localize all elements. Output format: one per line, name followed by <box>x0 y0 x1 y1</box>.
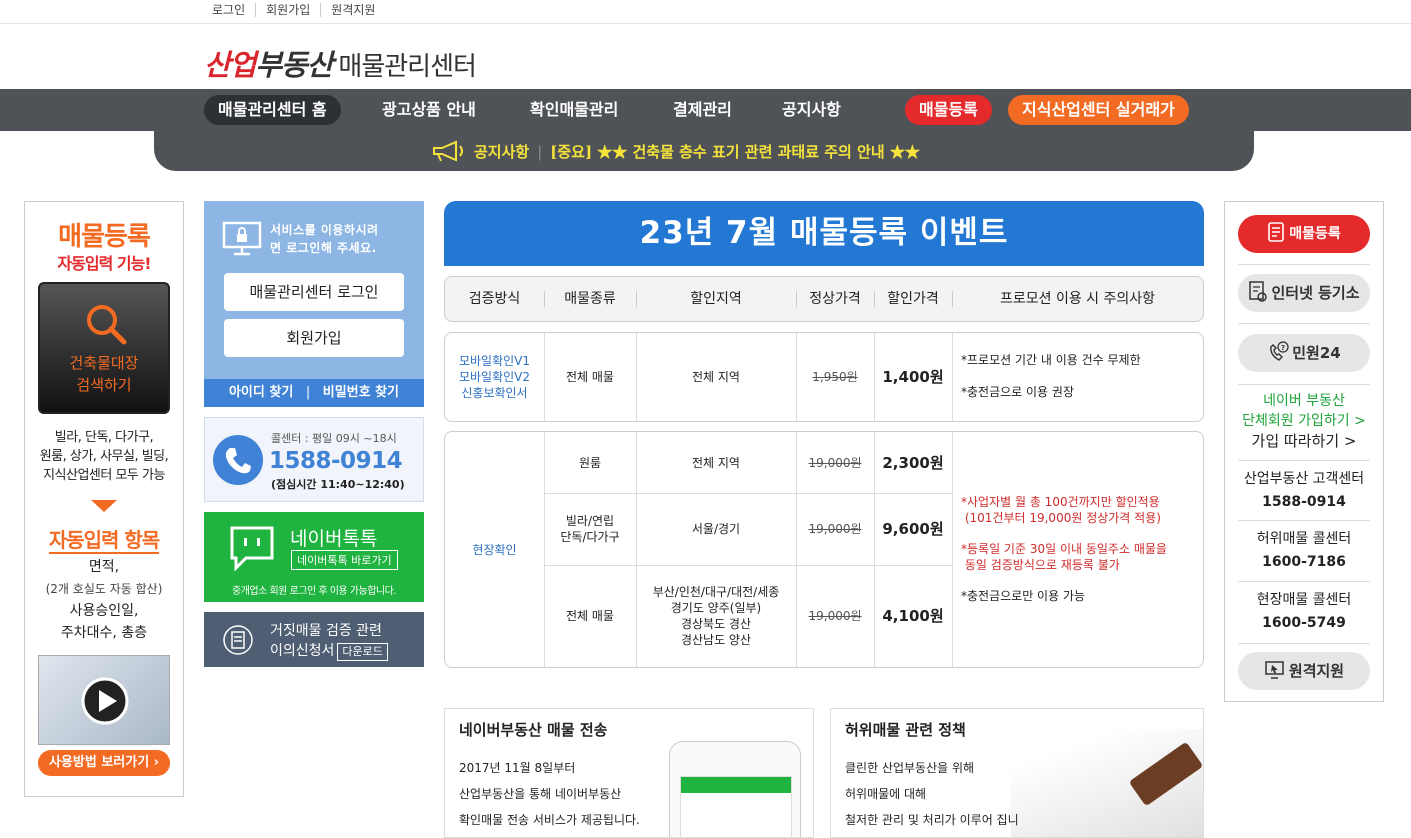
internet-registry-button[interactable]: 인터넷 등기소 <box>1238 274 1370 312</box>
play-icon <box>81 677 129 725</box>
top-utility-bar: 로그인 회원가입 원격지원 <box>0 0 1411 24</box>
talktalk-shortcut[interactable]: 네이버톡톡 바로가기 <box>291 550 398 570</box>
how-to-use-button[interactable]: 사용방법 보러가기 › <box>38 750 170 776</box>
nav-register-button[interactable]: 매물등록 <box>905 95 992 125</box>
main-nav: 매물관리센터 홈 광고상품 안내 확인매물관리 결제관리 공지사항 매물등록 지… <box>0 89 1411 131</box>
call-center-number: 1588-0914 <box>269 448 403 474</box>
notice-bar: 공지사항 | [중요] ★★ 건축물 층수 표기 관련 과태료 주의 안내 ★★ <box>154 131 1254 171</box>
auto-input-banner[interactable]: 매물등록 자동입력 기능! 건축물대장 검색하기 빌라, 단독, 다가구, 원룸,… <box>24 201 184 797</box>
phone-icon <box>213 435 263 485</box>
naver-talktalk-box[interactable]: 네이버톡톡 네이버톡톡 바로가기 중개업소 회원 로그인 후 이용 가능합니다. <box>204 512 424 602</box>
arrow-down-icon <box>91 500 117 512</box>
svg-text:?: ? <box>1281 344 1285 352</box>
find-id-link[interactable]: 아이디 찾기 <box>229 385 293 400</box>
quick-register-button[interactable]: 매물등록 <box>1238 215 1370 253</box>
fake-listing-box[interactable]: 거짓매물 검증 관련 이의신청서 다운로드 <box>204 612 424 667</box>
nav-home[interactable]: 매물관리센터 홈 <box>204 95 341 125</box>
login-link[interactable]: 로그인 <box>212 3 255 17</box>
nav-confirm-listings[interactable]: 확인매물관리 <box>516 95 632 125</box>
event-table-header: 검증방식 매물종류 할인지역 정상가격 할인가격 프로모션 이용 시 주의사항 <box>444 276 1204 322</box>
gavel-image <box>1011 729 1203 837</box>
notice-label[interactable]: 공지사항 <box>474 143 529 161</box>
signup-button[interactable]: 회원가입 <box>224 319 404 357</box>
join-guide-link[interactable]: 가입 따라하기 > <box>1225 431 1383 451</box>
notice-text[interactable]: [중요] ★★ 건축물 층수 표기 관련 과태료 주의 안내 ★★ <box>550 143 920 161</box>
right-quick-menu: 매물등록 인터넷 등기소 ? 민원24 네이버 부동산 단체회원 가입하기 > 가입… <box>1224 201 1384 702</box>
nav-notice[interactable]: 공지사항 <box>768 95 855 125</box>
event-table-onsite: 현장확인 원룸 전체 지역 19,000원 2,300원 빌라/연립 단독/다가구… <box>444 431 1204 668</box>
tutorial-video-thumbnail[interactable] <box>38 655 170 745</box>
document-icon <box>223 625 253 655</box>
auto-input-items-title: 자동입력 항목 <box>48 528 160 554</box>
remote-cursor-icon <box>1265 661 1284 679</box>
naver-transfer-panel[interactable]: 네이버부동산 매물 전송 2017년 11월 8일부터 산업부동산을 통해 네이… <box>444 708 814 838</box>
minwon24-button[interactable]: ? 민원24 <box>1238 334 1370 372</box>
naver-group-join-link[interactable]: 네이버 부동산 단체회원 가입하기 > <box>1225 391 1383 431</box>
call-center-box: 콜센터 : 평일 09시 ~18시 1588-0914 (점심시간 11:40~… <box>204 417 424 502</box>
event-title: 23년 7월 매물등록 이벤트 <box>444 201 1204 266</box>
certificate-icon <box>1249 281 1268 302</box>
megaphone-icon <box>433 140 463 162</box>
login-box: 서비스를 이용하시려 면 로그인해 주세요. 매물관리센터 로그인 회원가입 아이… <box>204 201 424 407</box>
nav-ad-products[interactable]: 광고상품 안내 <box>368 95 490 125</box>
nav-ki-center-button[interactable]: 지식산업센터 실거래가 <box>1008 95 1189 125</box>
phone-mockup-image <box>669 741 801 837</box>
nav-payment[interactable]: 결제관리 <box>659 95 746 125</box>
banner-subtitle: 자동입력 기능! <box>57 254 151 273</box>
search-icon <box>87 305 127 345</box>
remote-support-button[interactable]: 원격지원 <box>1238 652 1370 690</box>
chat-bubble-icon <box>230 526 274 572</box>
find-password-link[interactable]: 비밀번호 찾기 <box>323 385 399 400</box>
fake-listing-policy-panel[interactable]: 허위매물 관련 정책 클린한 산업부동산을 위해 허위매물에 대해 철저한 관리… <box>830 708 1204 838</box>
banner-title: 매물등록 <box>58 222 151 252</box>
remote-support-link[interactable]: 원격지원 <box>320 3 385 17</box>
signup-link[interactable]: 회원가입 <box>255 3 320 17</box>
phone-question-icon: ? <box>1270 341 1289 361</box>
center-login-button[interactable]: 매물관리센터 로그인 <box>224 273 404 311</box>
download-button[interactable]: 다운로드 <box>337 643 388 661</box>
site-logo[interactable]: 산업부동산 매물관리센터 <box>204 42 477 84</box>
event-table-mobile: 모바일확인V1 모바일확인V2 신홍보확인서 전체 매물 전체 지역 1,950원 … <box>444 332 1204 422</box>
document-icon <box>1268 222 1285 242</box>
monitor-lock-icon <box>222 221 262 256</box>
building-search-box[interactable]: 건축물대장 검색하기 <box>38 282 170 414</box>
